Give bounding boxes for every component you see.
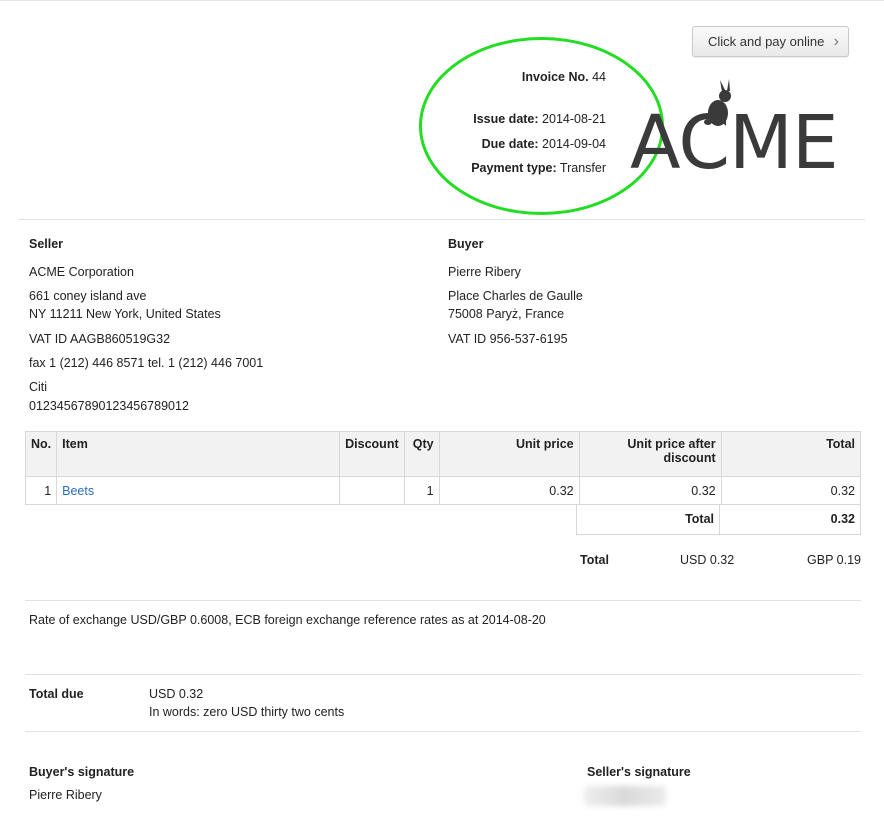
- seller-address-line1: 661 coney island ave: [29, 289, 147, 303]
- table-row: 1 Beets 1 0.32 0.32 0.32: [24, 476, 862, 505]
- col-total: Total: [720, 431, 862, 477]
- invoice-number-value: 44: [592, 70, 606, 84]
- col-qty: Qty: [403, 431, 440, 477]
- col-unit-price: Unit price: [438, 431, 580, 477]
- seller-contact: fax 1 (212) 446 8571 tel. 1 (212) 446 70…: [29, 356, 264, 370]
- acme-logo: ACME: [628, 78, 848, 186]
- table-sum-row: Total 0.32: [576, 505, 861, 535]
- buyer-name: Pierre Ribery: [448, 265, 521, 279]
- due-date-value: 2014-09-04: [542, 137, 606, 151]
- pay-online-label: Click and pay online: [708, 34, 825, 49]
- col-discount: Discount: [339, 431, 405, 477]
- top-divider: [0, 0, 884, 1]
- seller-signature-label: Seller's signature: [587, 765, 691, 779]
- row-no: 1: [24, 476, 58, 505]
- seller-address-line2: NY 11211 New York, United States: [29, 307, 221, 321]
- pay-online-button[interactable]: Click and pay online ›: [692, 26, 849, 57]
- buyer-address-line2: 75008 Paryż, France: [448, 307, 565, 321]
- seller-account: 01234567890123456789012: [29, 399, 189, 413]
- issue-date: Issue date: 2014-08-21: [473, 112, 606, 126]
- divider: [25, 674, 861, 675]
- total-due-words: In words: zero USD thirty two cents: [149, 705, 345, 719]
- due-date-label: Due date:: [481, 137, 539, 151]
- seller-bank: Citi: [29, 380, 48, 394]
- divider: [25, 600, 861, 601]
- item-link[interactable]: Beets: [62, 484, 94, 498]
- row-unit-price-after: 0.32: [578, 476, 722, 505]
- row-item[interactable]: Beets: [56, 476, 341, 505]
- totals-gbp: GBP 0.19: [807, 553, 861, 567]
- due-date: Due date: 2014-09-04: [482, 137, 606, 151]
- header-divider: [18, 219, 865, 220]
- table-header-row: No. Item Discount Qty Unit price Unit pr…: [24, 431, 862, 477]
- buyer-heading: Buyer: [448, 237, 484, 251]
- table-sum-label: Total: [577, 505, 720, 534]
- table-sum-value: 0.32: [830, 512, 855, 526]
- divider: [25, 731, 861, 732]
- invoice-number: Invoice No. 44: [522, 70, 606, 84]
- chevron-right-icon: ›: [833, 33, 839, 50]
- total-due-label: Total due: [29, 687, 84, 701]
- total-due-amount: USD 0.32: [149, 687, 204, 701]
- exchange-rate-note: Rate of exchange USD/GBP 0.6008, ECB for…: [29, 613, 546, 627]
- totals-label: Total: [580, 553, 609, 567]
- seller-heading: Seller: [29, 237, 64, 251]
- buyer-signature-label: Buyer's signature: [29, 765, 135, 779]
- col-unit-price-after: Unit price after discount: [578, 431, 722, 477]
- col-item: Item: [56, 431, 341, 477]
- buyer-signature-name: Pierre Ribery: [29, 788, 102, 802]
- issue-date-value: 2014-08-21: [542, 112, 606, 126]
- col-unit-price-after-line1: Unit price after: [627, 437, 716, 451]
- payment-type-value: Transfer: [559, 161, 606, 175]
- payment-type: Payment type: Transfer: [471, 161, 606, 175]
- payment-type-label: Payment type:: [471, 161, 557, 175]
- seller-vat: VAT ID AAGB860519G32: [29, 332, 171, 346]
- items-table: No. Item Discount Qty Unit price Unit pr…: [24, 431, 862, 505]
- row-discount: [339, 476, 405, 505]
- seller-name: ACME Corporation: [29, 265, 134, 279]
- buyer-vat: VAT ID 956-537-6195: [448, 332, 568, 346]
- issue-date-label: Issue date:: [473, 112, 539, 126]
- col-unit-price-after-line2: discount: [663, 451, 716, 465]
- row-unit-price: 0.32: [438, 476, 580, 505]
- totals-usd: USD 0.32: [680, 553, 735, 567]
- seller-signature-redacted: [584, 786, 666, 806]
- row-qty: 1: [403, 476, 440, 505]
- buyer-address-line1: Place Charles de Gaulle: [448, 289, 583, 303]
- row-total: 0.32: [720, 476, 862, 505]
- invoice-number-label: Invoice No.: [521, 70, 589, 84]
- logo-text: ACME: [630, 100, 838, 178]
- col-no: No.: [24, 431, 58, 477]
